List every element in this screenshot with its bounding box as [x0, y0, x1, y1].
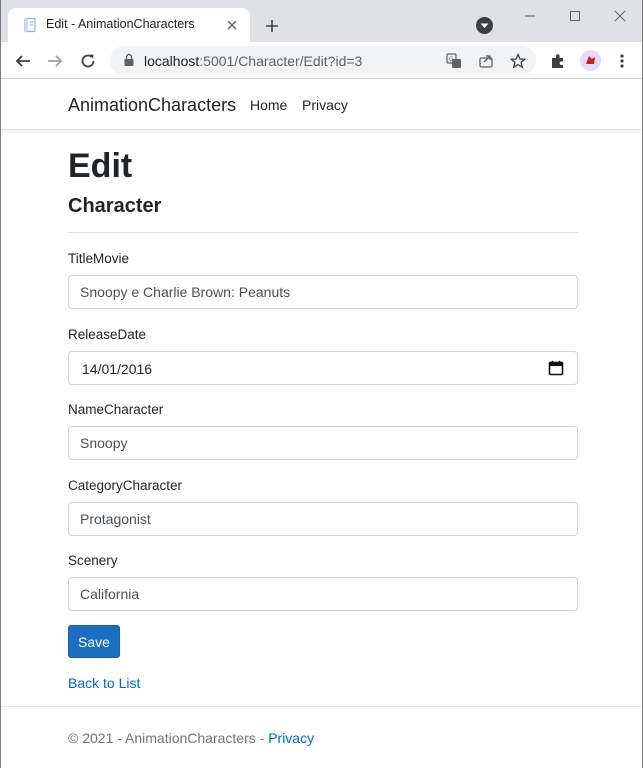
- title-movie-label: TitleMovie: [68, 251, 130, 266]
- nav-link-home[interactable]: Home: [250, 97, 287, 113]
- site-navbar: AnimationCharacters Home Privacy: [0, 80, 643, 130]
- profile-icon[interactable]: [580, 50, 601, 71]
- release-date-value: 14/01/2016: [82, 361, 153, 377]
- browser-toolbar: localhost:5001/Character/Edit?id=3 G: [0, 42, 643, 79]
- menu-dots-icon[interactable]: [612, 51, 632, 71]
- lock-icon[interactable]: [122, 53, 136, 67]
- divider: [68, 232, 578, 233]
- category-character-label: CategoryCharacter: [68, 478, 183, 493]
- tab-title: Edit - AnimationCharacters: [46, 17, 195, 31]
- calendar-icon[interactable]: [548, 360, 564, 376]
- star-icon[interactable]: [508, 51, 528, 71]
- scenery-input[interactable]: [68, 577, 578, 611]
- page-favicon-icon: [22, 17, 38, 33]
- page-subtitle: Character: [68, 195, 162, 217]
- name-character-label: NameCharacter: [68, 402, 164, 417]
- maximize-icon[interactable]: [558, 4, 592, 28]
- back-arrow-icon[interactable]: [13, 51, 33, 71]
- reload-icon[interactable]: [78, 51, 98, 71]
- navbar-brand[interactable]: AnimationCharacters: [68, 95, 236, 116]
- footer-text: © 2021 - AnimationCharacters - Privacy: [68, 730, 314, 746]
- url-text: localhost:5001/Character/Edit?id=3: [144, 53, 363, 69]
- address-bar[interactable]: localhost:5001/Character/Edit?id=3: [110, 46, 536, 75]
- nav-link-privacy[interactable]: Privacy: [302, 97, 348, 113]
- close-icon[interactable]: [224, 17, 240, 33]
- name-character-input[interactable]: [68, 426, 578, 460]
- translate-icon[interactable]: G: [444, 51, 464, 71]
- share-icon[interactable]: [476, 51, 496, 71]
- page-title: Edit: [68, 147, 133, 185]
- svg-text:G: G: [449, 56, 454, 63]
- site-footer: © 2021 - AnimationCharacters - Privacy: [0, 706, 643, 768]
- save-button[interactable]: Save: [68, 625, 120, 658]
- browser-tabstrip: Edit - AnimationCharacters: [0, 0, 643, 42]
- release-date-input[interactable]: 14/01/2016: [68, 351, 578, 385]
- window-close-icon[interactable]: [603, 4, 637, 28]
- minimize-icon[interactable]: [513, 4, 547, 28]
- footer-privacy-link[interactable]: Privacy: [268, 730, 314, 746]
- plus-icon[interactable]: [262, 16, 282, 36]
- scenery-label: Scenery: [68, 553, 118, 568]
- back-to-list-link[interactable]: Back to List: [68, 675, 140, 691]
- tab-search-icon[interactable]: [476, 17, 493, 34]
- forward-arrow-icon[interactable]: [45, 51, 65, 71]
- release-date-label: ReleaseDate: [68, 327, 147, 342]
- title-movie-input[interactable]: [68, 275, 578, 309]
- footer-copyright: © 2021 - AnimationCharacters -: [68, 730, 269, 746]
- category-character-input[interactable]: [68, 502, 578, 536]
- browser-tab[interactable]: Edit - AnimationCharacters: [8, 8, 250, 42]
- extensions-icon[interactable]: [548, 51, 568, 71]
